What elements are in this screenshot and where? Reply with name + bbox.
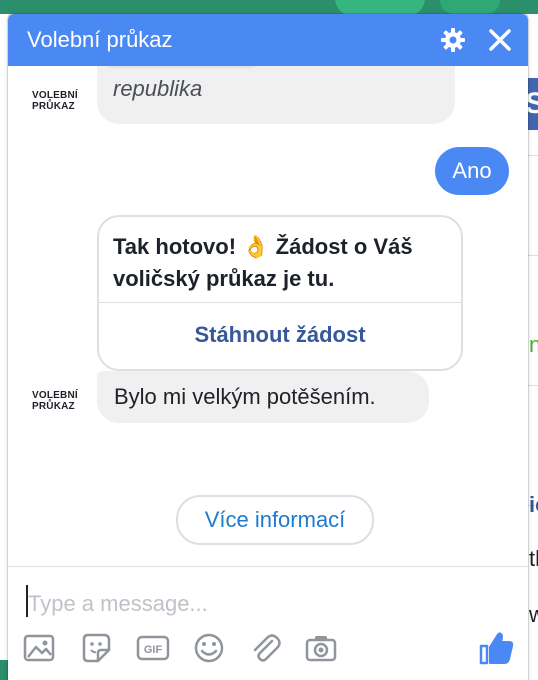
composer-divider [8,566,528,567]
outgoing-message: Ano [435,147,509,195]
background-decoration [440,0,500,14]
background-divider [528,155,538,156]
background-page-left-accent [0,660,8,680]
avatar-logo-line: PRŮKAZ [32,401,75,412]
chat-title[interactable]: Volební průkaz [27,27,173,53]
sticker-icon[interactable] [79,631,113,665]
avatar-logo-line: VOLEBNÍ [32,90,78,101]
message-text: Bylo mi velkým potěšením. [114,384,376,409]
background-page-fragment: ic [529,493,538,517]
chat-header[interactable]: Volební průkaz [8,14,528,66]
background-divider [528,255,538,256]
message-input[interactable] [26,586,508,622]
close-icon[interactable] [487,27,513,53]
download-request-button[interactable]: Stáhnout žádost [99,303,461,367]
quick-reply-more-info[interactable]: Více informací [176,495,374,545]
background-page-fragment: n [529,333,538,357]
photo-icon[interactable] [22,631,56,665]
message-list[interactable]: Česká republika VOLEBNÍ PRŮKAZ Ano Tak h… [8,66,528,566]
gif-label: GIF [144,644,163,656]
emoji-icon[interactable] [192,631,226,665]
incoming-message: Bylo mi velkým potěšením. [97,371,429,423]
message-card: Tak hotovo! 👌 Žádost o Váš voličský průk… [97,215,463,371]
text-caret [26,585,28,617]
gif-icon[interactable]: GIF [136,631,170,665]
like-icon[interactable] [476,628,516,668]
camera-icon[interactable] [304,631,338,665]
message-text: Česká [263,66,325,74]
incoming-message: Česká republika [97,66,455,124]
background-page-fragment: th [529,547,538,571]
background-page-fragment: w [529,603,538,627]
card-text: Tak hotovo! 👌 Žádost o Váš voličský průk… [113,234,413,291]
message-text: republika [113,76,203,101]
bot-avatar[interactable]: VOLEBNÍ PRŮKAZ [32,90,78,120]
attach-icon[interactable] [248,631,282,665]
avatar-logo-line: VOLEBNÍ [32,390,78,401]
background-page-left [0,14,8,680]
gear-icon[interactable] [440,27,466,53]
chat-window: Volební průkaz Česká republika [8,14,528,680]
avatar-logo-line: PRŮKAZ [32,101,75,112]
background-divider [528,385,538,386]
bot-avatar[interactable]: VOLEBNÍ PRŮKAZ [32,390,78,420]
